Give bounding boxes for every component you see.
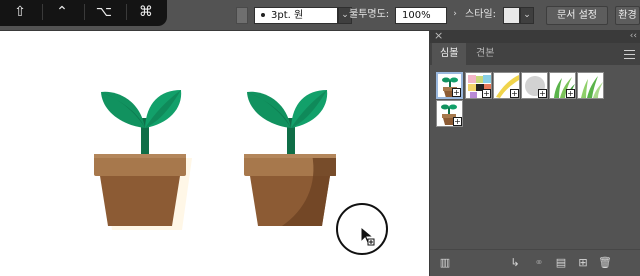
command-key-icon: ⌘ <box>139 4 153 20</box>
tab-swatches[interactable]: 견본 <box>468 43 502 65</box>
graphic-style-swatch[interactable] <box>503 7 520 24</box>
symbol-options-icon[interactable]: ▤ <box>554 256 568 270</box>
symbol-badge: + <box>452 88 461 97</box>
collapse-icon[interactable]: ‹‹ <box>630 30 637 42</box>
brush-dot-icon <box>261 13 265 17</box>
opacity-label: 불투명도: <box>349 9 390 20</box>
control-key-icon: ⌃ <box>56 4 68 20</box>
break-link-icon[interactable]: ⚭ <box>532 256 546 270</box>
symbol-badge: + <box>510 89 519 98</box>
symbol-grass-2[interactable] <box>577 72 604 99</box>
document-setup-button[interactable]: 문서 설정 <box>546 6 608 25</box>
symbol-grass[interactable]: + <box>549 72 576 99</box>
style-label: 스타일: <box>465 9 496 20</box>
symbol-badge: + <box>566 89 575 98</box>
option-key-icon: ⌥ <box>95 4 113 20</box>
close-icon[interactable]: × <box>434 30 443 42</box>
plant-pot-left[interactable] <box>94 90 192 230</box>
stroke-swatch[interactable] <box>236 7 248 24</box>
modifier-keys-overlay: ⇧ ⌃ ⌥ ⌘ <box>0 0 167 26</box>
symbol-confetti[interactable]: + <box>465 72 492 99</box>
opacity-arrow[interactable]: › <box>448 7 462 24</box>
new-symbol-icon[interactable]: ⊞ <box>576 256 590 270</box>
opacity-input[interactable]: 100% <box>395 7 447 24</box>
stroke-profile-field[interactable]: 3pt. 원 <box>254 7 338 24</box>
illustrator-workspace: 3pt. 원 ⌄ 불투명도: 100% › 스타일: ⌄ 문서 설정 환경 ⇧ … <box>0 0 640 276</box>
graphic-style-dropdown[interactable]: ⌄ <box>520 7 534 24</box>
panel-title-bar: × ‹‹ <box>430 30 640 43</box>
plant-pot-right[interactable] <box>244 90 336 226</box>
delete-icon[interactable]: 🗑 <box>598 256 612 270</box>
symbol-badge: + <box>538 89 547 98</box>
library-icon[interactable]: ▥ <box>438 256 452 270</box>
panel-menu-icon[interactable] <box>624 47 635 59</box>
tab-symbols[interactable]: 심볼 <box>432 43 467 65</box>
panel-tabs: 심볼 견본 <box>430 43 640 65</box>
symbol-plant-pot[interactable]: + <box>436 72 463 99</box>
symbol-badge: + <box>482 89 491 98</box>
preferences-button[interactable]: 환경 <box>615 6 640 25</box>
mouse-pointer-icon <box>360 226 375 246</box>
grass-thumbnail-icon <box>581 76 603 98</box>
shift-key-icon: ⇧ <box>14 4 26 20</box>
panel-footer: ▥ ↳ ⚭ ▤ ⊞ 🗑 <box>430 249 640 276</box>
symbol-gray-circle[interactable]: + <box>521 72 548 99</box>
symbol-yellow-streak[interactable]: + <box>493 72 520 99</box>
place-symbol-icon[interactable]: ↳ <box>508 256 522 270</box>
symbol-plant-pot-small[interactable]: + <box>436 100 463 127</box>
symbols-panel: × ‹‹ 심볼 견본 + + + + + + ▥ ↳ ⚭ ▤ ⊞ 🗑 <box>429 30 640 276</box>
symbol-badge: + <box>453 117 462 126</box>
